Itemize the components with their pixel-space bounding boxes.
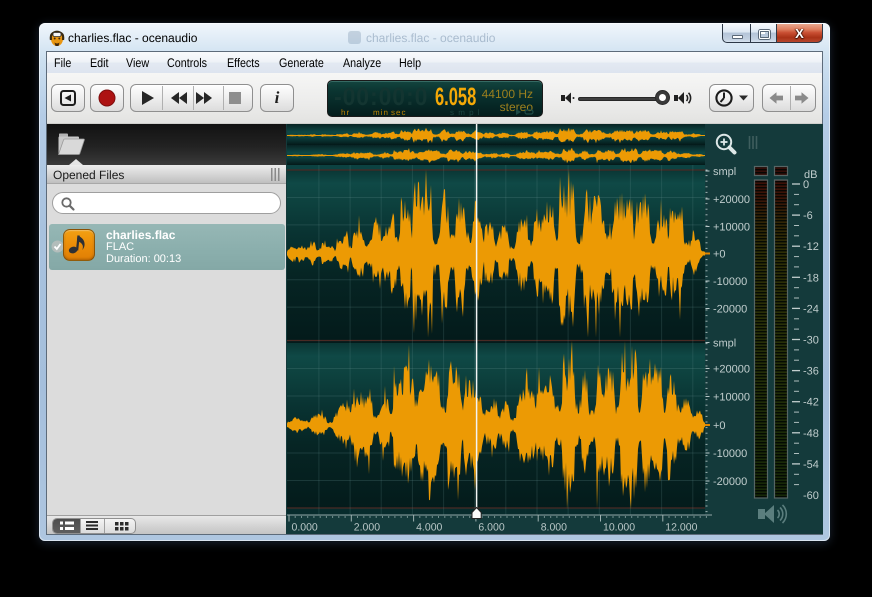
svg-text:-24: -24 bbox=[803, 303, 819, 315]
svg-text:8.000: 8.000 bbox=[541, 522, 567, 534]
svg-text:-12: -12 bbox=[803, 241, 819, 253]
svg-text:-30: -30 bbox=[803, 335, 819, 347]
svg-text:-10000: -10000 bbox=[713, 448, 747, 460]
svg-text:smpl: smpl bbox=[713, 166, 736, 178]
svg-text:-42: -42 bbox=[803, 397, 819, 409]
svg-text:-6: -6 bbox=[803, 210, 813, 222]
svg-text:-10000: -10000 bbox=[713, 276, 747, 288]
svg-text:+10000: +10000 bbox=[713, 222, 750, 234]
svg-text:+20000: +20000 bbox=[713, 194, 750, 206]
svg-text:-54: -54 bbox=[803, 459, 819, 471]
svg-text:+0: +0 bbox=[713, 420, 726, 432]
svg-text:6.000: 6.000 bbox=[478, 522, 504, 534]
svg-text:-48: -48 bbox=[803, 428, 819, 440]
svg-text:12.000: 12.000 bbox=[665, 522, 697, 534]
svg-text:10.000: 10.000 bbox=[603, 522, 635, 534]
svg-text:4.000: 4.000 bbox=[416, 522, 442, 534]
svg-text:-36: -36 bbox=[803, 366, 819, 378]
svg-text:+20000: +20000 bbox=[713, 364, 750, 376]
svg-text:-60: -60 bbox=[803, 490, 819, 502]
svg-text:-20000: -20000 bbox=[713, 476, 747, 488]
svg-text:0: 0 bbox=[803, 179, 809, 191]
svg-text:+0: +0 bbox=[713, 249, 726, 261]
svg-text:-18: -18 bbox=[803, 272, 819, 284]
svg-text:-20000: -20000 bbox=[713, 304, 747, 316]
svg-text:smpl: smpl bbox=[713, 338, 736, 350]
svg-text:0.000: 0.000 bbox=[292, 522, 318, 534]
svg-text:+10000: +10000 bbox=[713, 392, 750, 404]
svg-text:2.000: 2.000 bbox=[354, 522, 380, 534]
